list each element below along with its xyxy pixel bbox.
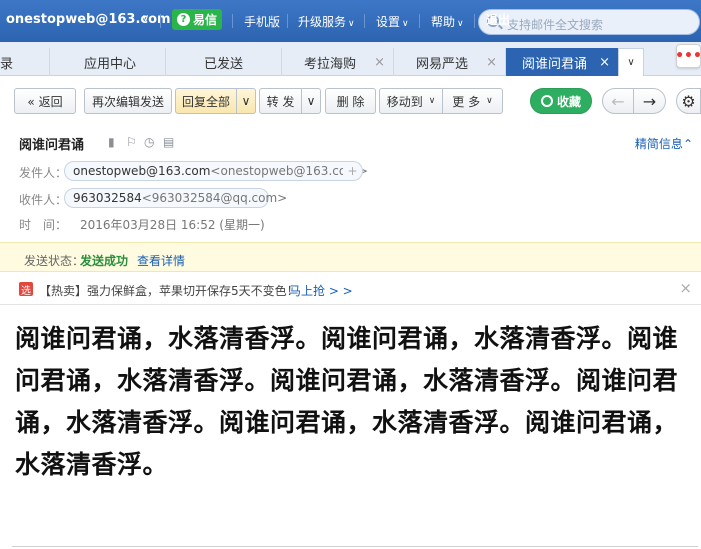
yanxuan-icon: 选 [19, 282, 33, 297]
bookmark-icon[interactable]: ▮ [108, 135, 115, 149]
forward-dropdown[interactable]: ∨ [302, 88, 321, 114]
next-mail-button[interactable]: → [634, 88, 666, 114]
upgrade-link[interactable]: 升级服务 ∨ [298, 13, 355, 30]
sender-name: onestopweb@163.com [73, 164, 211, 178]
chevron-down-icon: ∨ [428, 96, 436, 106]
tab-label: 已发送 [204, 56, 244, 72]
divider [474, 14, 475, 28]
ad-link[interactable]: 马上抢 > > [289, 282, 353, 299]
arrow-left-icon: ← [611, 91, 625, 111]
mail-toolbar: « 返回 再次编辑发送 回复全部 ∨ 转 发 ∨ 删 除 移动到 ∨ 更 多 ∨ 收… [0, 77, 701, 125]
more-button[interactable]: 更 多 ∨ [443, 88, 503, 114]
close-icon[interactable]: × [599, 55, 610, 70]
plus-icon: + [347, 164, 358, 178]
add-contact-button[interactable]: + [343, 161, 363, 181]
divider [364, 14, 365, 28]
close-icon[interactable]: × [679, 279, 692, 297]
time-label: 时 间： [19, 218, 68, 232]
reedit-button[interactable]: 再次编辑发送 [84, 88, 172, 114]
arrow-right-icon: → [642, 91, 657, 111]
tab-kaola[interactable]: 考拉海购 × [282, 48, 394, 76]
recipient-address: <963032584@qq.com> [141, 191, 288, 205]
close-icon[interactable]: × [486, 55, 497, 70]
tab-label: 网易严选 [416, 56, 469, 72]
brief-info-label: 精简信息 [634, 137, 683, 151]
tab-label: 考拉海购 [304, 56, 357, 72]
view-details-link[interactable]: 查看详情 [137, 252, 185, 269]
logout-link[interactable]: 退出 [486, 11, 510, 28]
collect-label: 收藏 [556, 94, 581, 109]
divider [232, 14, 233, 28]
tab-login[interactable]: 录 [0, 48, 50, 76]
yixin-icon: ? [176, 13, 190, 26]
tab-yanxuan[interactable]: 网易严选 × [394, 48, 506, 76]
collect-icon [540, 95, 553, 107]
print-icon[interactable]: ▤ [163, 135, 174, 149]
sender-label: 发件人： [19, 166, 68, 180]
status-value: 发送成功 [80, 254, 129, 268]
chevron-down-icon: ∨ [306, 94, 316, 108]
tab-label: 阅谁问君诵 [522, 56, 588, 72]
settings-button[interactable]: ⚙ [676, 88, 701, 114]
send-status-bar: 发送状态： 发送成功 查看详情 [0, 242, 701, 272]
recipient-label: 收件人： [19, 193, 68, 207]
brief-info-link[interactable]: 精简信息⌃ [635, 135, 693, 152]
chevron-down-icon: ∨ [241, 94, 251, 108]
tab-label: 录 [0, 56, 14, 72]
divider [12, 546, 698, 547]
reply-dropdown[interactable]: ∨ [237, 88, 256, 114]
yixin-button[interactable]: ? 易信 [172, 9, 222, 30]
time-value: 2016年03月28日 16:52 (星期一) [80, 218, 265, 232]
recipient-name: 963032584 [73, 191, 142, 205]
search-placeholder: 支持邮件全文搜索 [507, 18, 604, 32]
gear-icon: ⚙ [681, 91, 696, 111]
help-label: 帮助 [431, 15, 456, 29]
more-label: 更 多 [452, 94, 481, 109]
chevron-down-icon: ∨ [486, 96, 493, 106]
chevron-down-icon: ∨ [402, 19, 409, 29]
close-icon[interactable]: × [374, 55, 385, 70]
chevron-down-icon: ∨ [348, 19, 355, 29]
help-link[interactable]: 帮助 ∨ [431, 13, 464, 30]
yixin-label: 易信 [192, 13, 217, 27]
tab-app-center[interactable]: 应用中心 [50, 48, 166, 76]
prev-mail-button[interactable]: ← [602, 88, 634, 114]
chevron-up-icon: ⌃ [682, 137, 693, 151]
status-label: 发送状态： [24, 254, 85, 268]
clock-icon[interactable]: ◷ [144, 135, 154, 149]
divider [160, 14, 161, 28]
more-apps-button[interactable]: ••• [675, 44, 701, 68]
top-header: onestopweb@163.com ∨ ? 易信 手机版 升级服务 ∨ 设置 ∨ … [0, 0, 701, 42]
tab-current-mail[interactable]: 阅谁问君诵 × [506, 48, 618, 76]
tab-sent[interactable]: 已发送 [166, 48, 282, 76]
sender-chip[interactable]: onestopweb@163.com <onestopweb@163.com> [64, 161, 368, 181]
mobile-link[interactable]: 手机版 [244, 13, 280, 30]
move-to-label: 移动到 [386, 94, 423, 109]
back-button[interactable]: « 返回 [14, 88, 76, 114]
collect-button[interactable]: 收藏 [530, 88, 592, 114]
tab-bar: 录 应用中心 已发送 考拉海购 × 网易严选 × 阅谁问君诵 × [0, 42, 701, 76]
search-box[interactable]: 支持邮件全文搜索 [478, 9, 700, 35]
chevron-down-icon[interactable]: ∨ [142, 13, 149, 24]
tab-label: 应用中心 [84, 56, 137, 72]
chevron-down-icon: ∨ [627, 57, 635, 68]
forward-button[interactable]: 转 发 [259, 88, 302, 114]
mail-body: 阅谁问君诵，水落清香浮。阅谁问君诵，水落清香浮。阅谁问君诵，水落清香浮。阅谁问君… [15, 324, 679, 479]
settings-link[interactable]: 设置 ∨ [376, 13, 409, 30]
ad-text[interactable]: 【热卖】强力保鲜盒，苹果切开保存5天不变色！ [39, 282, 299, 299]
recipient-chip[interactable]: 963032584 <963032584@qq.com> [64, 188, 287, 208]
upgrade-label: 升级服务 [298, 15, 347, 29]
move-to-button[interactable]: 移动到 ∨ [379, 88, 443, 114]
ad-banner: 选 【热卖】强力保鲜盒，苹果切开保存5天不变色！ 马上抢 > > × [0, 273, 701, 305]
divider [287, 14, 288, 28]
ellipsis-icon: ••• [675, 48, 701, 64]
chevron-down-icon: ∨ [457, 19, 464, 29]
delete-button[interactable]: 删 除 [325, 88, 376, 114]
mail-subject: 阅谁问君诵 [19, 138, 85, 153]
settings-label: 设置 [376, 15, 401, 29]
tab-more-button[interactable]: ∨ [618, 48, 644, 76]
divider [419, 14, 420, 28]
flag-icon[interactable]: ⚐ [126, 135, 137, 149]
reply-all-button[interactable]: 回复全部 [175, 88, 237, 114]
